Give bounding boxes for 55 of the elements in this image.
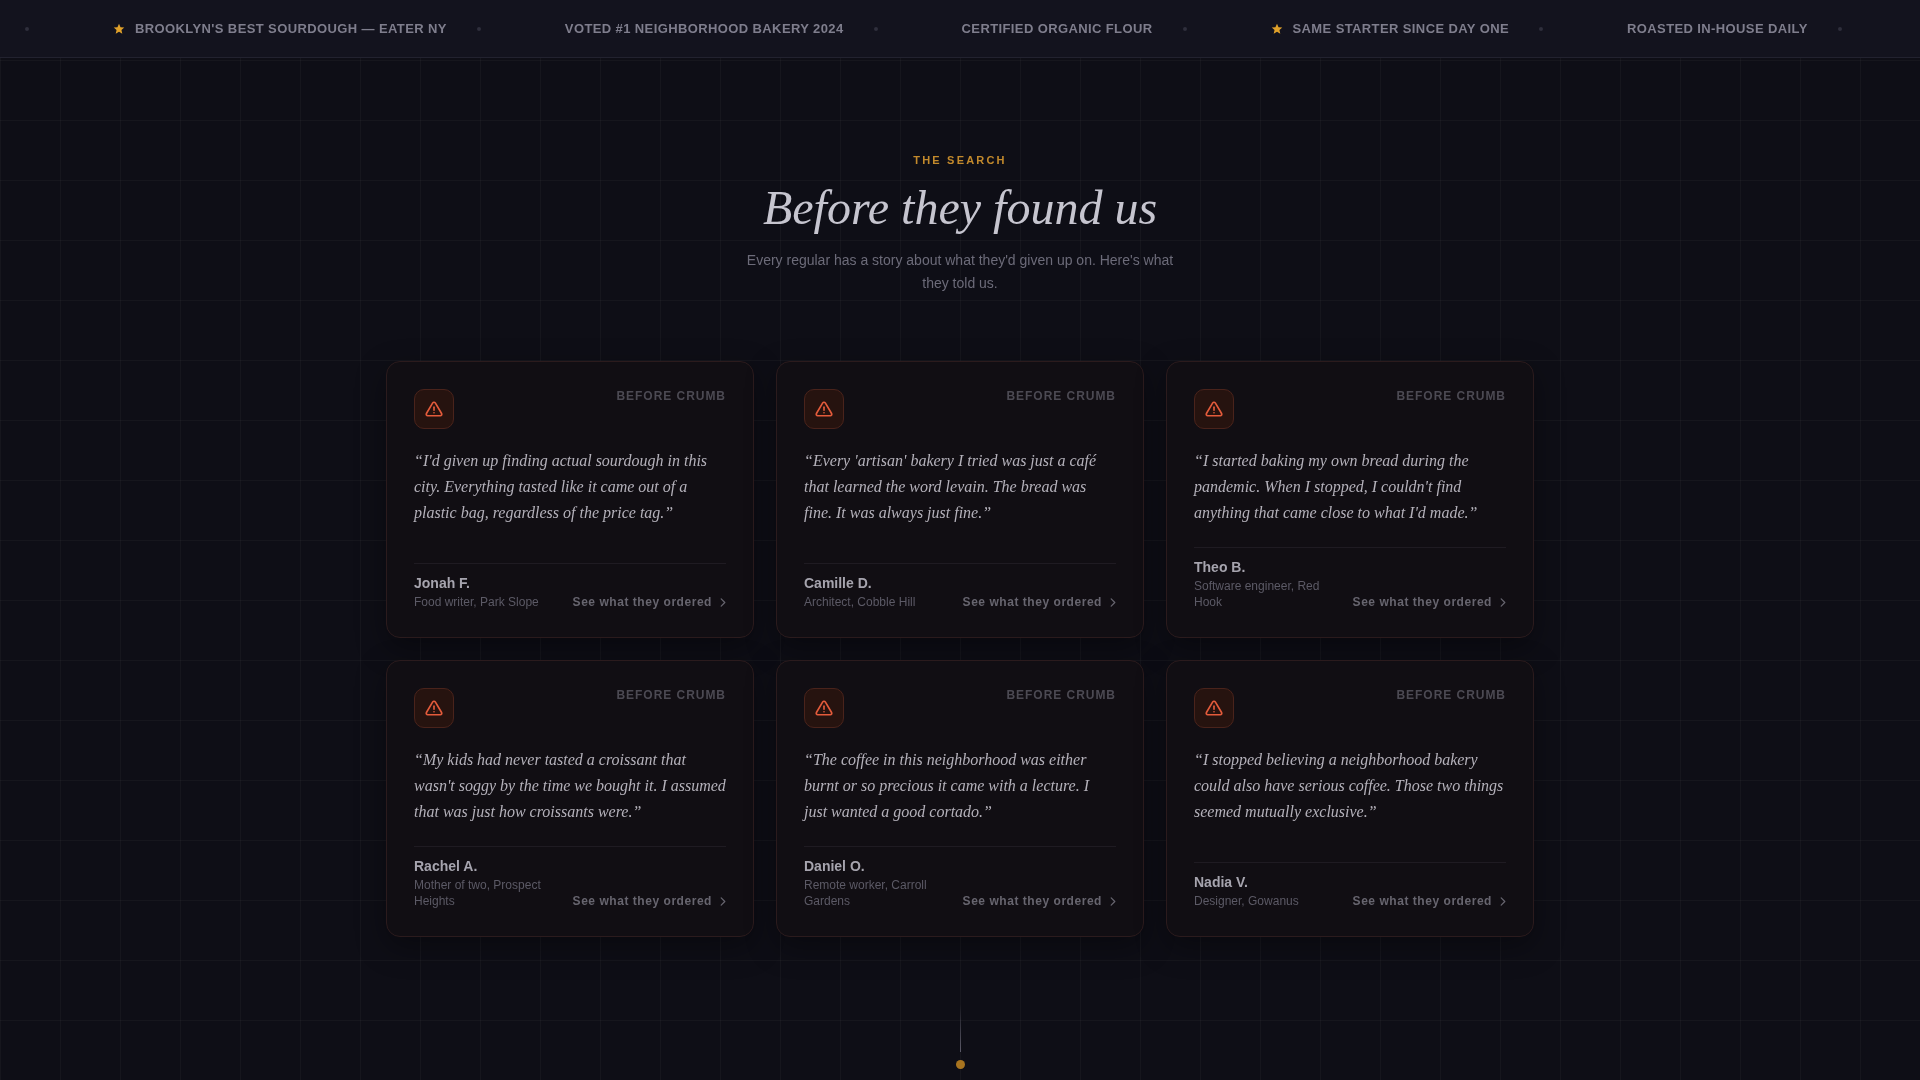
scroll-indicator xyxy=(955,1004,965,1069)
card-tag: BEFORE CRUMB xyxy=(1006,687,1116,703)
ticker-text: SAME STARTER SINCE DAY ONE xyxy=(1292,19,1509,38)
warning-icon xyxy=(1194,389,1234,429)
chevron-icon xyxy=(1110,896,1116,906)
author-name: Camille D. xyxy=(804,574,873,592)
section-eyebrow: THE SEARCH xyxy=(912,153,1008,168)
order-link[interactable]: See what they ordered xyxy=(572,893,726,909)
author-role: Food writer, Park Slope xyxy=(414,594,539,610)
card-tag: BEFORE CRUMB xyxy=(1396,687,1506,703)
card-tag: BEFORE CRUMB xyxy=(616,388,726,404)
author-name: Rachel A. xyxy=(414,857,479,875)
author-role: Remote worker, Carroll Gardens xyxy=(804,877,928,909)
card-tag: BEFORE CRUMB xyxy=(1396,388,1506,404)
card-tag: BEFORE CRUMB xyxy=(1006,388,1116,404)
author-role: Designer, Gowanus xyxy=(1194,893,1299,909)
ticker-text: BROOKLYN'S BEST SOURDOUGH — EATER NY xyxy=(135,19,447,38)
testimonial-quote: “My kids had never tasted a croissant that wasn't soggy by the time we bought it. I assumed that was just how croissants were.” xyxy=(414,750,726,823)
testimonial-quote: “I stopped believing a neighborhood bakery could also have serious coffee. Those two things seemed mutually exclusive.” xyxy=(1194,750,1505,823)
dot-icon xyxy=(1182,26,1187,31)
chevron-icon xyxy=(1500,896,1506,906)
section-subtitle: Every regular has a story about what they'd given up on. Here's what they told us. xyxy=(745,251,1175,293)
chevron-icon xyxy=(720,896,726,906)
testimonial-quote: “Every 'artisan' bakery I tried was just a café that learned the word levain. The bread was fine. It was always just fine.” xyxy=(804,451,1098,524)
testimonial-quote: “The coffee in this neighborhood was either burnt or so precious it came with a lecture. I just wanted a good cortado.” xyxy=(804,750,1091,823)
ticker-text: VOTED #1 NEIGHBORHOOD BAKERY 2024 xyxy=(564,19,844,38)
warning-icon xyxy=(1194,688,1234,728)
card-tag: BEFORE CRUMB xyxy=(616,687,726,703)
warning-icon xyxy=(804,389,844,429)
dot-icon xyxy=(476,26,481,31)
chevron-icon xyxy=(720,597,726,607)
order-link[interactable]: See what they ordered xyxy=(962,893,1116,909)
order-link[interactable]: See what they ordered xyxy=(962,594,1116,610)
author-name: Jonah F. xyxy=(414,574,471,592)
dot-icon xyxy=(1837,26,1842,31)
order-link[interactable]: See what they ordered xyxy=(1352,594,1506,610)
order-link[interactable]: See what they ordered xyxy=(572,594,726,610)
author-role: Mother of two, Prospect Heights xyxy=(414,877,542,909)
author-name: Daniel O. xyxy=(804,857,866,875)
warning-icon xyxy=(414,389,454,429)
chevron-icon xyxy=(1110,597,1116,607)
dot-icon xyxy=(873,26,878,31)
section-title: Before they found us xyxy=(761,180,1159,236)
order-link[interactable]: See what they ordered xyxy=(1352,893,1506,909)
warning-icon xyxy=(414,688,454,728)
ticker-text: ROASTED IN-HOUSE DAILY xyxy=(1627,19,1808,38)
testimonial-quote: “I started baking my own bread during the pandemic. When I stopped, I couldn't find anything that came close to what I'd made.” xyxy=(1194,451,1479,524)
warning-icon xyxy=(804,688,844,728)
author-name: Theo B. xyxy=(1194,558,1247,576)
ticker-text: CERTIFIED ORGANIC FLOUR xyxy=(961,19,1153,38)
author-role: Software engineer, Red Hook xyxy=(1194,578,1321,610)
chevron-icon xyxy=(1500,597,1506,607)
testimonial-quote: “I'd given up finding actual sourdough in this city. Everything tasted like it came out of a plastic bag, regardless of the price tag.” xyxy=(414,451,709,524)
author-name: Nadia V. xyxy=(1194,873,1249,891)
author-role: Architect, Cobble Hill xyxy=(804,594,916,610)
